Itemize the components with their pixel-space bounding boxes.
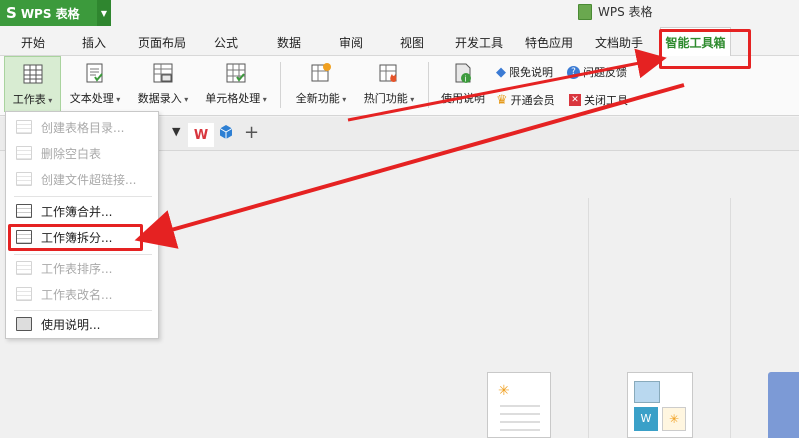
tab-developer[interactable]: 开发工具: [455, 34, 503, 51]
usage-guide-button[interactable]: i 使用说明: [437, 56, 489, 112]
text-processing-label: 文本处理: [70, 90, 121, 106]
menu-item-delete-blank-sheets[interactable]: 删除空白表: [6, 140, 158, 166]
image-thumbnail-icon: [634, 381, 660, 403]
worksheet-button[interactable]: 工作表: [4, 56, 61, 112]
merge-icon: [16, 204, 32, 218]
menu-item-label: 工作表排序...: [41, 261, 113, 276]
rename-icon: [16, 287, 32, 301]
text-check-icon: [84, 62, 106, 84]
close-tool-link[interactable]: ✕ 关闭工具: [569, 92, 628, 108]
sparkle-icon: ✳: [498, 383, 510, 399]
usage-guide-label: 使用说明: [441, 92, 485, 105]
cell-processing-label: 单元格处理: [205, 90, 267, 106]
window-title-text: WPS 表格: [598, 5, 653, 19]
menu-separator: [14, 196, 152, 197]
feedback-label: 问题反馈: [583, 66, 627, 79]
tab-page-layout[interactable]: 页面布局: [138, 34, 186, 51]
feedback-link[interactable]: ? 问题反馈: [567, 64, 627, 80]
hot-features-label: 热门功能: [364, 90, 415, 106]
tab-start[interactable]: 开始: [21, 34, 45, 51]
menu-item-label: 创建表格目录...: [41, 120, 125, 135]
hyperlink-icon: [16, 172, 32, 186]
tab-review[interactable]: 审阅: [339, 34, 363, 51]
annotation-highlight-smart-toolbox: [659, 29, 751, 69]
data-entry-icon: [152, 62, 174, 84]
menu-item-create-sheet-directory[interactable]: 创建表格目录...: [6, 114, 158, 140]
menu-item-label: 删除空白表: [41, 146, 102, 161]
delete-sheet-icon: [16, 146, 32, 160]
menu-item-create-file-hyperlink[interactable]: 创建文件超链接...: [6, 166, 158, 192]
folder-illustration[interactable]: [768, 372, 799, 438]
column-divider: [730, 198, 731, 438]
add-tab-button[interactable]: +: [244, 122, 259, 143]
menu-item-label: 使用说明...: [41, 317, 101, 332]
ribbon-divider: [280, 62, 281, 108]
menu-item-rename-sheets[interactable]: 工作表改名...: [6, 281, 158, 307]
hot-features-button[interactable]: 热门功能: [357, 56, 421, 112]
menu-item-label: 工作簿合并...: [41, 204, 113, 219]
wps-home-icon[interactable]: W: [188, 123, 214, 147]
cell-processing-button[interactable]: 单元格处理: [199, 56, 273, 112]
app-logo-label: WPS 表格: [20, 6, 80, 21]
data-entry-button[interactable]: 数据录入: [131, 56, 195, 112]
tag-icon: ◆: [496, 64, 506, 80]
menu-item-label: 工作表改名...: [41, 287, 113, 302]
menu-item-usage-guide[interactable]: 使用说明...: [6, 311, 158, 337]
annotation-highlight-split-workbook: [8, 224, 143, 251]
text-processing-button[interactable]: 文本处理: [63, 56, 127, 112]
ribbon-divider: [428, 62, 429, 108]
info-document-icon: i: [452, 62, 474, 84]
tab-formula[interactable]: 公式: [214, 34, 238, 51]
open-member-link[interactable]: ♛ 开通会员: [496, 92, 555, 108]
window-title: WPS 表格: [578, 3, 653, 20]
tab-special-apps[interactable]: 特色应用: [525, 34, 573, 51]
tab-view[interactable]: 视图: [400, 34, 424, 51]
cube-app-icon[interactable]: [218, 124, 234, 144]
cell-check-icon: [225, 62, 247, 84]
sparkle-icon: ✳: [662, 407, 686, 431]
directory-icon: [16, 120, 32, 134]
menu-item-merge-workbooks[interactable]: 工作簿合并...: [6, 198, 158, 224]
title-bar: S WPS 表格 ▼ WPS 表格: [0, 0, 799, 26]
hot-feature-icon: [378, 62, 400, 84]
blank-document-illustration[interactable]: ✳: [487, 372, 551, 438]
worksheet-label: 工作表: [13, 91, 53, 107]
disclaimer-label: 限免说明: [509, 66, 553, 79]
sheet-grid-icon: [22, 63, 44, 85]
spreadsheet-file-icon: [578, 3, 592, 20]
new-features-button[interactable]: 全新功能: [290, 56, 352, 112]
tab-list-dropdown-icon[interactable]: ▼: [172, 125, 180, 138]
question-icon: ?: [567, 65, 580, 79]
menu-item-label: 创建文件超链接...: [41, 172, 137, 187]
menu-item-sort-sheets[interactable]: 工作表排序...: [6, 255, 158, 281]
sort-icon: [16, 261, 32, 275]
close-tool-label: 关闭工具: [584, 94, 628, 107]
tab-data[interactable]: 数据: [277, 34, 301, 51]
column-divider: [588, 198, 589, 438]
tab-doc-assistant[interactable]: 文档助手: [595, 34, 643, 51]
template-logo-icon: W: [634, 407, 658, 431]
info-document-icon: [16, 317, 32, 331]
crown-icon: ♛: [496, 92, 508, 108]
chevron-down-icon[interactable]: ▼: [97, 0, 111, 26]
wps-logo-icon: S: [6, 4, 17, 22]
tab-insert[interactable]: 插入: [82, 34, 106, 51]
template-document-illustration[interactable]: W ✳: [627, 372, 693, 438]
new-features-label: 全新功能: [296, 90, 347, 106]
new-feature-icon: [310, 62, 332, 84]
close-icon: ✕: [569, 94, 581, 106]
disclaimer-link[interactable]: ◆ 限免说明: [496, 64, 553, 80]
svg-text:i: i: [465, 75, 467, 84]
data-entry-label: 数据录入: [138, 90, 189, 106]
open-member-label: 开通会员: [510, 94, 555, 107]
wps-app-menu-button[interactable]: S WPS 表格 ▼: [0, 0, 111, 26]
